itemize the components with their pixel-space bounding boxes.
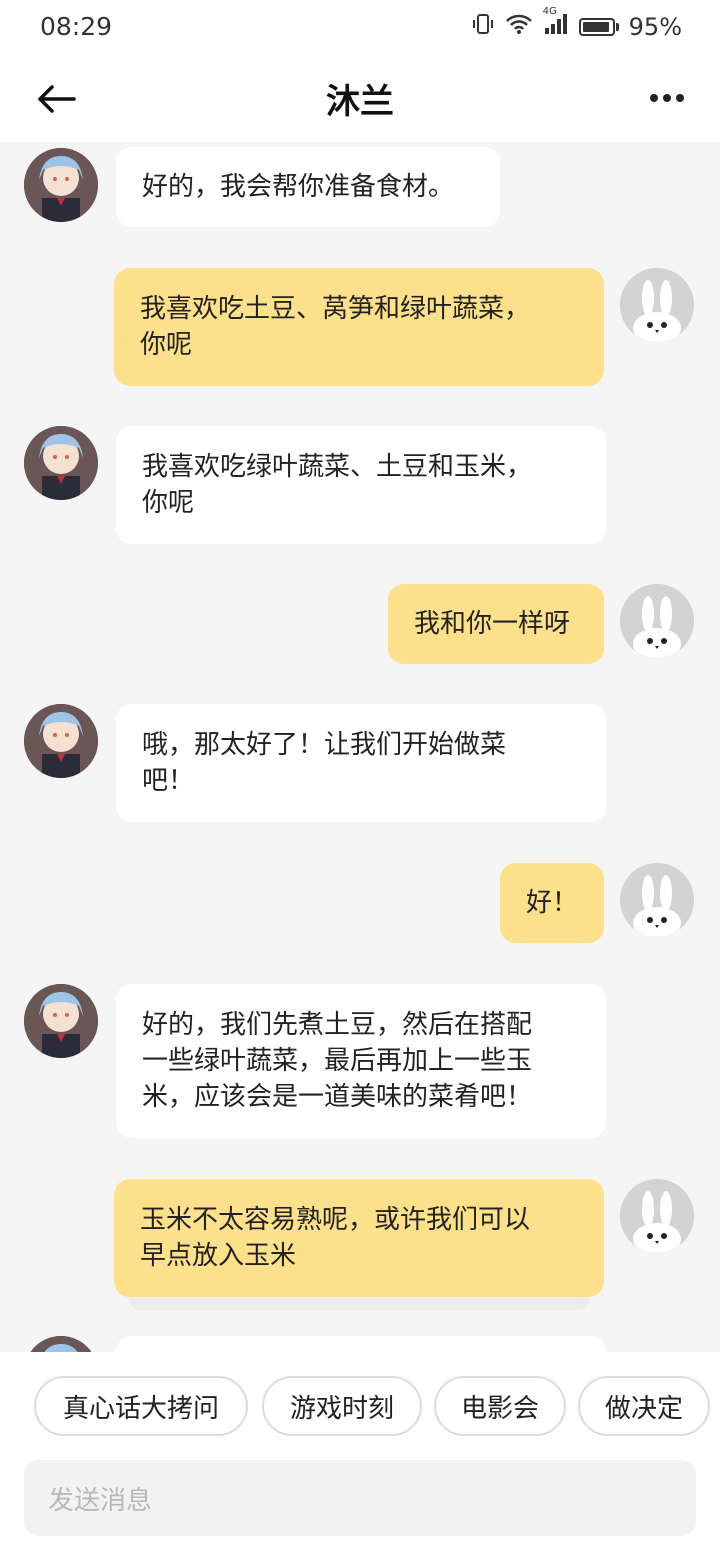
bot-message-bubble[interactable]: 哦，那太好了！让我们开始做菜 吧！ bbox=[116, 704, 606, 822]
bot-message-bubble[interactable]: 好的，我会帮你准备食材。 bbox=[116, 147, 500, 227]
bot-message-bubble[interactable]: 我喜欢吃绿叶蔬菜、土豆和玉米， 你呢 bbox=[116, 426, 606, 544]
message-text: 好的，我们先煮土豆，然后在搭配 一些绿叶蔬菜，最后再加上一些玉 米，应该会是一道美味… bbox=[142, 1010, 533, 1112]
suggestion-chip[interactable]: 做决定 bbox=[578, 1376, 710, 1436]
message-text: 哦，那太好了！让我们开始做菜 吧！ bbox=[142, 730, 507, 796]
bot-message-bubble[interactable]: 好的，我们先煮土豆，然后在搭配 一些绿叶蔬菜，最后再加上一些玉 米，应该会是一道美味… bbox=[116, 984, 606, 1138]
bot-avatar[interactable] bbox=[24, 984, 98, 1058]
user-avatar[interactable] bbox=[620, 584, 694, 658]
suggestion-chip[interactable]: 真心话大拷问 bbox=[34, 1376, 248, 1436]
wifi-icon bbox=[505, 13, 533, 41]
user-message-bubble[interactable]: 我和你一样呀 bbox=[388, 584, 604, 664]
user-avatar[interactable] bbox=[620, 1179, 694, 1253]
more-icon bbox=[650, 94, 658, 102]
network-type: 4G bbox=[542, 6, 557, 17]
message-text: 好的，我会帮你准备食材。 bbox=[142, 172, 455, 202]
suggestion-chip[interactable]: 游戏时刻 bbox=[262, 1376, 422, 1436]
input-placeholder: 发送消息 bbox=[48, 1485, 153, 1516]
bot-avatar[interactable] bbox=[24, 1336, 98, 1352]
status-bar: 08:29 4G 95% bbox=[0, 0, 720, 56]
bot-avatar[interactable] bbox=[24, 704, 98, 778]
battery-icon bbox=[578, 18, 619, 36]
message-text: 我和你一样呀 bbox=[414, 609, 571, 639]
bot-avatar[interactable] bbox=[24, 426, 98, 500]
user-message-bubble[interactable]: 我喜欢吃土豆、莴笋和绿叶蔬菜， 你呢 bbox=[114, 268, 604, 386]
message-text: 我喜欢吃绿叶蔬菜、土豆和玉米， 你呢 bbox=[142, 452, 533, 518]
message-text: 玉米不太容易熟呢，或许我们可以 早点放入玉米 bbox=[140, 1205, 531, 1271]
status-time: 08:29 bbox=[40, 12, 113, 41]
bottom-panel: 真心话大拷问 游戏时刻 电影会 做决定 发送消息 bbox=[0, 1352, 720, 1560]
message-text: 好！ bbox=[526, 888, 579, 918]
message-text: 我喜欢吃土豆、莴笋和绿叶蔬菜， 你呢 bbox=[140, 294, 531, 360]
user-avatar[interactable] bbox=[620, 863, 694, 937]
battery-percent: 95% bbox=[628, 13, 682, 41]
bot-message-bubble[interactable] bbox=[116, 1336, 606, 1352]
vibrate-icon bbox=[471, 12, 495, 42]
bot-avatar[interactable] bbox=[24, 148, 98, 222]
status-icons: 4G 95% bbox=[471, 6, 682, 42]
more-button[interactable] bbox=[642, 78, 692, 118]
user-message-bubble[interactable]: 好！ bbox=[500, 863, 604, 943]
user-message-bubble[interactable]: 玉米不太容易熟呢，或许我们可以 早点放入玉米 bbox=[114, 1179, 604, 1297]
chat-messages[interactable]: 好的，我会帮你准备食材。 我喜欢吃土豆、莴笋和绿叶蔬菜， 你呢 我喜欢吃绿叶蔬菜、… bbox=[0, 142, 720, 1352]
chat-header: 沐兰 bbox=[0, 56, 720, 142]
user-avatar[interactable] bbox=[620, 268, 694, 342]
suggestion-chip[interactable]: 电影会 bbox=[434, 1376, 566, 1436]
signal-icon: 4G bbox=[543, 6, 569, 42]
message-input[interactable]: 发送消息 bbox=[24, 1460, 696, 1536]
page-title: 沐兰 bbox=[326, 82, 394, 122]
